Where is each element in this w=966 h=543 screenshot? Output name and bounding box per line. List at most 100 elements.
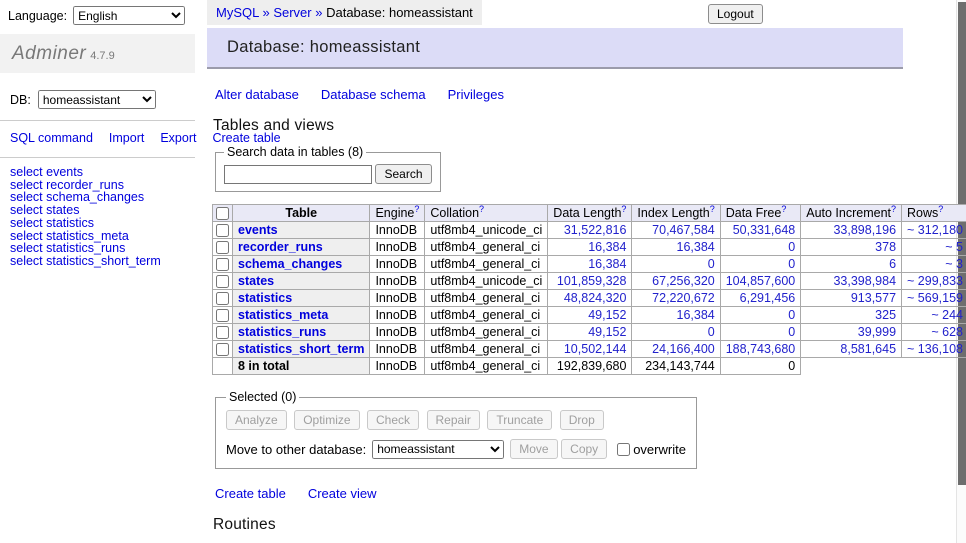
select-all-checkbox[interactable]	[216, 207, 229, 220]
breadcrumb-mysql[interactable]: MySQL	[216, 5, 259, 20]
overwrite-checkbox[interactable]	[617, 443, 630, 456]
search-legend: Search data in tables (8)	[224, 145, 366, 159]
col-header-data-free: Data Free?	[720, 205, 801, 222]
sidebar-link-export[interactable]: Export	[160, 131, 196, 145]
rows-cell[interactable]: ~ 244	[902, 307, 966, 324]
db-link-privileges[interactable]: Privileges	[448, 87, 504, 102]
index-length-cell: 72,220,672	[632, 290, 720, 307]
table-link-statistics-meta[interactable]: statistics_meta	[238, 308, 328, 322]
footer-data-free-cell: 0	[720, 358, 801, 375]
sidebar-select-statistics[interactable]: select statistics	[10, 217, 185, 230]
selected-truncate-button[interactable]: Truncate	[487, 410, 552, 430]
row-checkbox-states[interactable]	[216, 275, 229, 288]
engine-cell: InnoDB	[370, 222, 425, 239]
create-link-create-view[interactable]: Create view	[308, 486, 377, 501]
move-database-select[interactable]: homeassistant	[372, 440, 504, 459]
table-link-states[interactable]: states	[238, 274, 274, 288]
table-link-statistics[interactable]: statistics	[238, 291, 292, 305]
table-link-statistics-short-term[interactable]: statistics_short_term	[238, 342, 364, 356]
collation-cell: utf8mb4_unicode_ci	[425, 222, 548, 239]
table-link-recorder-runs[interactable]: recorder_runs	[238, 240, 323, 254]
sidebar-select-statistics-short-term[interactable]: select statistics_short_term	[10, 255, 185, 268]
auto-increment-cell: 39,999	[801, 324, 902, 341]
selected-drop-button[interactable]: Drop	[560, 410, 604, 430]
row-checkbox-events[interactable]	[216, 224, 229, 237]
table-row-events: eventsInnoDButf8mb4_unicode_ci31,522,816…	[213, 222, 966, 239]
search-input[interactable]	[224, 165, 372, 184]
table-link-schema-changes[interactable]: schema_changes	[238, 257, 342, 271]
row-checkbox-statistics-runs[interactable]	[216, 326, 229, 339]
select-all-cell	[213, 205, 233, 222]
sidebar-select-events[interactable]: select events	[10, 166, 185, 179]
rows-cell[interactable]: ~ 299,833	[902, 273, 966, 290]
table-link-events[interactable]: events	[238, 223, 278, 237]
table-header-row: TableEngine?Collation?Data Length?Index …	[213, 205, 966, 222]
row-checkbox-cell	[213, 341, 233, 358]
rows-cell[interactable]: ~ 569,159	[902, 290, 966, 307]
collation-cell: utf8mb4_general_ci	[425, 290, 548, 307]
db-select[interactable]: homeassistant	[38, 90, 156, 109]
table-name-cell: recorder_runs	[233, 239, 370, 256]
sidebar-link-sql-command[interactable]: SQL command	[10, 131, 93, 145]
rows-cell[interactable]: ~ 628	[902, 324, 966, 341]
adminer-app: Language: English Adminer4.7.9 DB: homea…	[0, 0, 966, 543]
auto-increment-cell: 33,398,984	[801, 273, 902, 290]
row-checkbox-cell	[213, 273, 233, 290]
db-link-alter-database[interactable]: Alter database	[215, 87, 299, 102]
sidebar-select-states[interactable]: select states	[10, 204, 185, 217]
help-link-rows[interactable]: ?	[938, 204, 943, 214]
collation-cell: utf8mb4_general_ci	[425, 324, 548, 341]
data-length-cell: 101,859,328	[548, 273, 632, 290]
engine-cell: InnoDB	[370, 273, 425, 290]
auto-increment-cell: 913,577	[801, 290, 902, 307]
routines-heading: Routines	[213, 516, 903, 534]
footer-data-length-cell: 192,839,680	[548, 358, 632, 375]
selected-fieldset: Selected (0) Analyze Optimize Check Repa…	[215, 390, 697, 469]
selected-check-button[interactable]: Check	[367, 410, 419, 430]
help-link-engine[interactable]: ?	[414, 204, 419, 214]
db-link-database-schema[interactable]: Database schema	[321, 87, 426, 102]
search-fieldset: Search data in tables (8) Search	[215, 145, 441, 192]
rows-cell[interactable]: ~ 5	[902, 239, 966, 256]
table-name-cell: statistics_runs	[233, 324, 370, 341]
help-link-collation[interactable]: ?	[479, 204, 484, 214]
selected-optimize-button[interactable]: Optimize	[294, 410, 359, 430]
table-name-cell: states	[233, 273, 370, 290]
search-button[interactable]: Search	[375, 164, 431, 184]
row-checkbox-statistics-meta[interactable]	[216, 309, 229, 322]
rows-cell[interactable]: ~ 312,180	[902, 222, 966, 239]
sidebar-link-import[interactable]: Import	[109, 131, 144, 145]
move-copy-button[interactable]: Copy	[561, 439, 607, 459]
overwrite-label: overwrite	[633, 442, 686, 457]
breadcrumb-separator: »	[259, 5, 273, 20]
help-link-index-length[interactable]: ?	[710, 204, 715, 214]
move-move-button[interactable]: Move	[510, 439, 557, 459]
sidebar-action-links: SQL commandImportExportCreate table	[0, 121, 195, 146]
row-checkbox-statistics-short-term[interactable]	[216, 343, 229, 356]
create-link-create-table[interactable]: Create table	[215, 486, 286, 501]
engine-cell: InnoDB	[370, 239, 425, 256]
col-header-index-length: Index Length?	[632, 205, 720, 222]
table-link-statistics-runs[interactable]: statistics_runs	[238, 325, 326, 339]
move-buttons: Move Copy	[510, 439, 607, 459]
table-row-states: statesInnoDButf8mb4_unicode_ci101,859,32…	[213, 273, 966, 290]
selected-repair-button[interactable]: Repair	[427, 410, 480, 430]
rows-cell[interactable]: ~ 136,108	[902, 341, 966, 358]
database-links: Alter database Database schema Privileges	[215, 87, 903, 102]
help-link-auto-increment[interactable]: ?	[891, 204, 896, 214]
footer-total-label: 8 in total	[233, 358, 370, 375]
data-free-cell: 0	[720, 239, 801, 256]
rows-cell[interactable]: ~ 3	[902, 256, 966, 273]
row-checkbox-schema-changes[interactable]	[216, 258, 229, 271]
breadcrumb-server[interactable]: Server	[273, 5, 311, 20]
language-select[interactable]: English	[73, 6, 185, 25]
row-checkbox-statistics[interactable]	[216, 292, 229, 305]
table-name-cell: statistics	[233, 290, 370, 307]
selected-analyze-button[interactable]: Analyze	[226, 410, 287, 430]
table-name-cell: statistics_short_term	[233, 341, 370, 358]
create-links: Create table Create view	[215, 486, 903, 501]
help-link-data-free[interactable]: ?	[781, 204, 786, 214]
help-link-data-length[interactable]: ?	[621, 204, 626, 214]
row-checkbox-recorder-runs[interactable]	[216, 241, 229, 254]
move-row: Move to other database: homeassistant Mo…	[226, 439, 686, 459]
